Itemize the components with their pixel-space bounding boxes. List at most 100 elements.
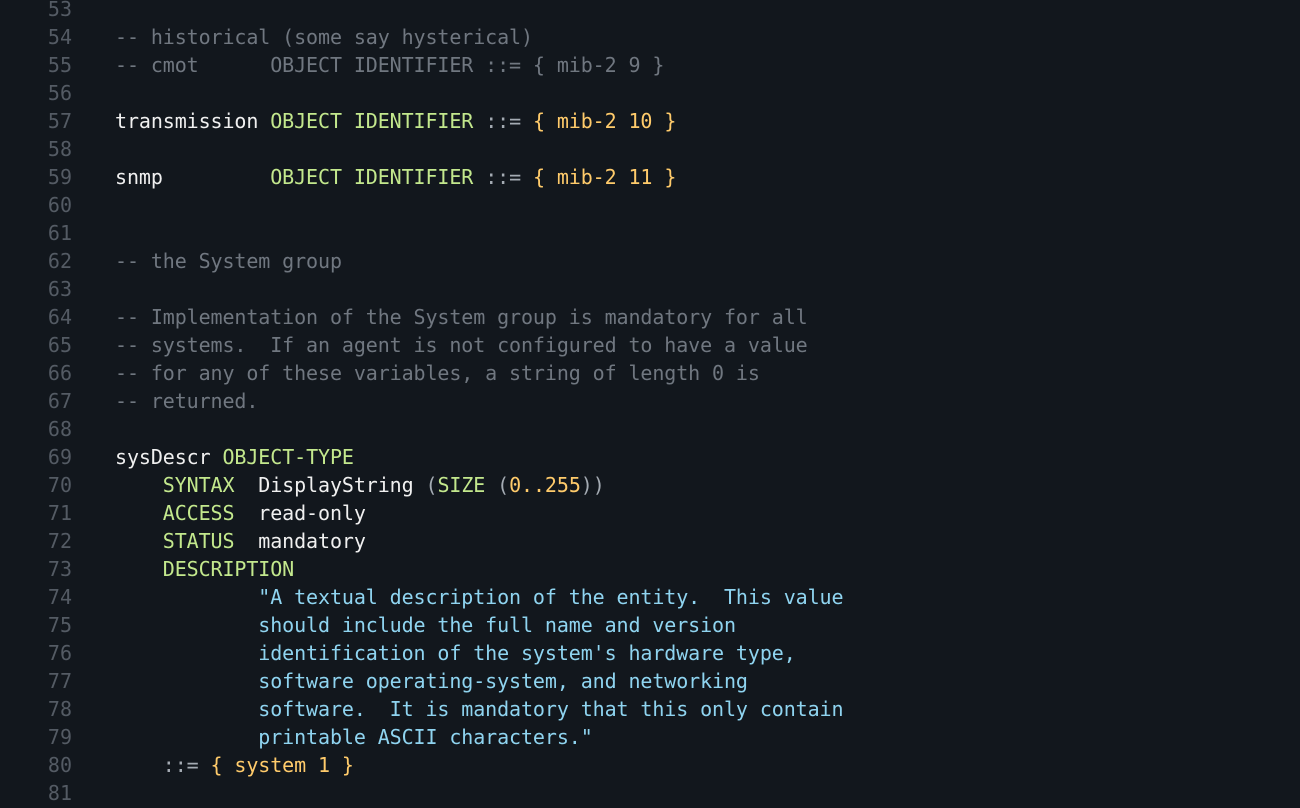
code-token-identifier: mandatory: [258, 529, 366, 553]
line-number: 75: [47, 613, 72, 637]
line-content: -- systems. If an agent is not configure…: [115, 331, 808, 359]
line-number: 63: [47, 277, 72, 301]
code-token-keyword: SYNTAX: [115, 473, 259, 497]
line-content: -- for any of these variables, a string …: [115, 359, 760, 387]
line-content: should include the full name and version: [115, 611, 736, 639]
code-line[interactable]: 80 ::= { system 1 }: [0, 751, 1300, 779]
code-token-keyword: DESCRIPTION: [115, 557, 295, 581]
code-line[interactable]: 68: [0, 415, 1300, 443]
code-token-identifier: read-only: [258, 501, 366, 525]
line-number: 65: [47, 333, 72, 357]
line-number: 53: [47, 0, 72, 21]
code-line[interactable]: 74 "A textual description of the entity.…: [0, 583, 1300, 611]
code-line[interactable]: 59 snmp OBJECT IDENTIFIER ::= { mib-2 11 …: [0, 163, 1300, 191]
code-token-keyword: OBJECT-TYPE: [222, 445, 354, 469]
code-token-keyword: OBJECT IDENTIFIER: [270, 109, 486, 133]
line-content: SYNTAX DisplayString (SIZE (0..255)): [115, 471, 605, 499]
line-number: 69: [47, 445, 72, 469]
code-token-string: should include the full name and version: [115, 613, 736, 637]
line-number: 57: [47, 109, 72, 133]
line-number: 73: [47, 557, 72, 581]
code-line[interactable]: 63: [0, 275, 1300, 303]
code-line[interactable]: 75 should include the full name and vers…: [0, 611, 1300, 639]
line-number: 61: [47, 221, 72, 245]
code-token-brace: {: [210, 753, 235, 777]
line-content: DESCRIPTION: [115, 555, 294, 583]
code-token-string: identification of the system's hardware …: [115, 641, 796, 665]
line-number: 55: [47, 53, 72, 77]
line-number: 64: [47, 305, 72, 329]
code-line[interactable]: 54 -- historical (some say hysterical): [0, 23, 1300, 51]
code-line[interactable]: 67 -- returned.: [0, 387, 1300, 415]
code-token-identifier: sysDescr: [115, 445, 223, 469]
code-token-identifier: DisplayString: [258, 473, 426, 497]
code-token-string: printable ASCII characters.": [115, 725, 593, 749]
code-token-comment: -- historical (some say hysterical): [115, 25, 533, 49]
code-line[interactable]: 65 -- systems. If an agent is not configu…: [0, 331, 1300, 359]
line-content: -- historical (some say hysterical): [115, 23, 533, 51]
code-token-brace: }: [652, 165, 677, 189]
code-line[interactable]: 66 -- for any of these variables, a strin…: [0, 359, 1300, 387]
code-line[interactable]: 79 printable ASCII characters.": [0, 723, 1300, 751]
line-number: 66: [47, 361, 72, 385]
line-content: -- cmot OBJECT IDENTIFIER ::= { mib-2 9 …: [115, 51, 664, 79]
code-line[interactable]: 81: [0, 779, 1300, 807]
code-token-brace: }: [329, 753, 354, 777]
code-token-brace: }: [652, 109, 677, 133]
code-line[interactable]: 56: [0, 79, 1300, 107]
line-content: "A textual description of the entity. Th…: [115, 583, 843, 611]
code-line[interactable]: 53: [0, 0, 1300, 23]
code-line[interactable]: 73 DESCRIPTION: [0, 555, 1300, 583]
line-number: 68: [47, 417, 72, 441]
line-content: ::= { system 1 }: [115, 751, 354, 779]
line-content: software. It is mandatory that this only…: [115, 695, 843, 723]
line-number: 78: [47, 697, 72, 721]
code-token-string: software operating-system, and networkin…: [115, 669, 748, 693]
line-number: 70: [47, 473, 72, 497]
code-editor[interactable]: 53 54 -- historical (some say hysterical) 5…: [0, 0, 1300, 808]
code-token-operator: ::=: [115, 753, 211, 777]
code-line[interactable]: 71 ACCESS read-only: [0, 499, 1300, 527]
code-line[interactable]: 77 software operating-system, and networ…: [0, 667, 1300, 695]
code-lines-container: 53 54 -- historical (some say hysterical) 5…: [0, 0, 1300, 807]
code-token-keyword: STATUS: [115, 529, 259, 553]
line-number: 76: [47, 641, 72, 665]
line-number: 54: [47, 25, 72, 49]
line-number: 59: [47, 165, 72, 189]
code-line[interactable]: 57 transmission OBJECT IDENTIFIER ::= { m…: [0, 107, 1300, 135]
line-number: 80: [47, 753, 72, 777]
line-content: software operating-system, and networkin…: [115, 667, 748, 695]
line-content: snmp OBJECT IDENTIFIER ::= { mib-2 11 }: [115, 163, 676, 191]
line-number: 62: [47, 249, 72, 273]
code-line[interactable]: 76 identification of the system's hardwa…: [0, 639, 1300, 667]
line-content: transmission OBJECT IDENTIFIER ::= { mib…: [115, 107, 676, 135]
code-token-comment: -- systems. If an agent is not configure…: [115, 333, 808, 357]
line-number: 79: [47, 725, 72, 749]
code-line[interactable]: 70 SYNTAX DisplayString (SIZE (0..255)): [0, 471, 1300, 499]
code-token-operator: ::=: [485, 165, 533, 189]
code-token-keyword: SIZE: [437, 473, 498, 497]
line-content: -- returned.: [115, 387, 258, 415]
code-token-number: 0..255: [509, 473, 581, 497]
code-token-comment: -- returned.: [115, 389, 259, 413]
code-token-keyword: OBJECT IDENTIFIER: [270, 165, 486, 189]
code-token-number: mib-2 11: [556, 165, 653, 189]
line-content: identification of the system's hardware …: [115, 639, 796, 667]
code-line[interactable]: 55 -- cmot OBJECT IDENTIFIER ::= { mib-2 …: [0, 51, 1300, 79]
line-number: 58: [47, 137, 72, 161]
code-line[interactable]: 62 -- the System group: [0, 247, 1300, 275]
code-token-operator: ::=: [485, 109, 533, 133]
line-number: 71: [47, 501, 72, 525]
code-token-comment: -- Implementation of the System group is…: [115, 305, 808, 329]
code-token-operator: (: [497, 473, 510, 497]
code-line[interactable]: 58: [0, 135, 1300, 163]
line-content: -- Implementation of the System group is…: [115, 303, 808, 331]
code-line[interactable]: 72 STATUS mandatory: [0, 527, 1300, 555]
code-line[interactable]: 69 sysDescr OBJECT-TYPE: [0, 443, 1300, 471]
code-line[interactable]: 78 software. It is mandatory that this o…: [0, 695, 1300, 723]
code-token-string: software. It is mandatory that this only…: [115, 697, 844, 721]
code-line[interactable]: 60: [0, 191, 1300, 219]
code-line[interactable]: 64 -- Implementation of the System group …: [0, 303, 1300, 331]
code-token-keyword: ACCESS: [115, 501, 259, 525]
code-line[interactable]: 61: [0, 219, 1300, 247]
